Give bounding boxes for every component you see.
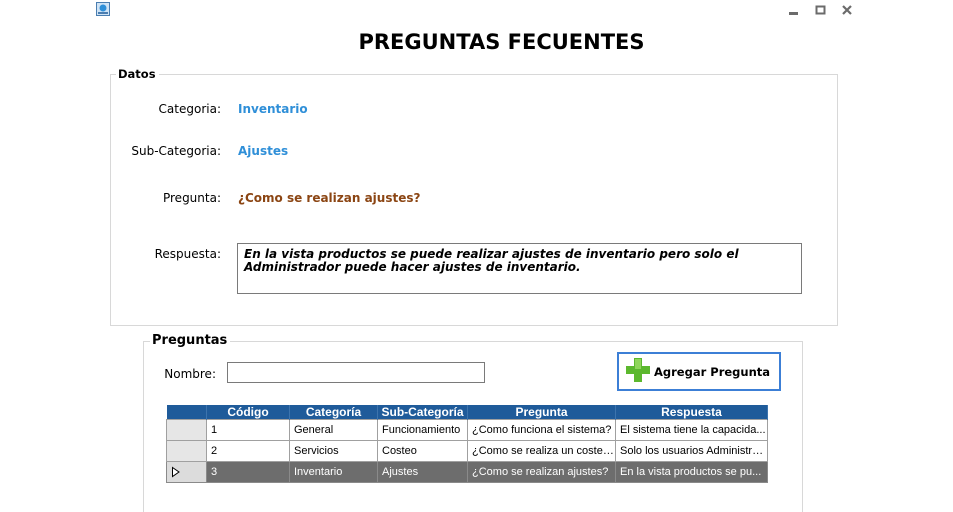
pregunta-label: Pregunta: (162, 191, 221, 205)
cell-categoria[interactable]: Inventario (289, 461, 378, 483)
preguntas-legend: Preguntas (150, 333, 231, 348)
pregunta-value: ¿Como se realizan ajustes? (238, 191, 421, 205)
categoria-label: Categoria: (158, 102, 221, 116)
categoria-value: Inventario (238, 102, 308, 116)
app-icon (96, 2, 110, 16)
column-header-codigo[interactable]: Código (206, 405, 290, 420)
page-title: PREGUNTAS FECUENTES (358, 30, 645, 54)
maximize-icon[interactable] (815, 4, 827, 18)
nombre-label: Nombre: (164, 367, 216, 381)
minimize-icon[interactable] (788, 4, 800, 18)
column-header-pregunta[interactable]: Pregunta (467, 405, 616, 420)
column-header-respuesta[interactable]: Respuesta (615, 405, 768, 420)
add-question-button[interactable]: Agregar Pregunta (617, 352, 781, 391)
cell-subcategoria[interactable]: Ajustes (377, 461, 468, 483)
column-header-subcategoria[interactable]: Sub-Categoría (377, 405, 468, 420)
cell-categoria[interactable]: General (289, 419, 378, 441)
row-header-corner (166, 405, 207, 420)
cell-pregunta[interactable]: ¿Como se realizan ajustes? (467, 461, 616, 483)
cell-pregunta[interactable]: ¿Como se realiza un costeo? (467, 440, 616, 462)
current-row-indicator-icon (168, 466, 206, 478)
column-header-categoria[interactable]: Categoría (289, 405, 378, 420)
questions-table[interactable]: Código Categoría Sub-Categoría Pregunta … (166, 405, 768, 483)
subcategoria-value: Ajustes (238, 144, 289, 158)
table-row-selected[interactable]: 3 Inventario Ajustes ¿Como se realizan a… (166, 461, 768, 483)
cell-pregunta[interactable]: ¿Como funciona el sistema? (467, 419, 616, 441)
cell-respuesta[interactable]: El sistema tiene la capacida... (615, 419, 768, 441)
cell-codigo[interactable]: 3 (206, 461, 290, 483)
add-question-label: Agregar Pregunta (654, 364, 771, 379)
table-header-row: Código Categoría Sub-Categoría Pregunta … (166, 405, 768, 420)
cell-codigo[interactable]: 2 (206, 440, 290, 462)
row-header[interactable] (166, 440, 207, 462)
row-header[interactable] (166, 419, 207, 441)
row-header[interactable] (166, 461, 207, 483)
datos-legend: Datos (116, 67, 159, 81)
cell-codigo[interactable]: 1 (206, 419, 290, 441)
table-row[interactable]: 2 Servicios Costeo ¿Como se realiza un c… (166, 440, 768, 462)
close-icon[interactable] (841, 4, 853, 18)
cell-respuesta[interactable]: En la vista productos se pu... (615, 461, 768, 483)
nombre-input[interactable] (227, 362, 485, 383)
respuesta-textbox[interactable]: En la vista productos se puede realizar … (237, 243, 802, 294)
cell-subcategoria[interactable]: Funcionamiento (377, 419, 468, 441)
cell-subcategoria[interactable]: Costeo (377, 440, 468, 462)
respuesta-label: Respuesta: (154, 247, 221, 261)
plus-icon (625, 357, 651, 386)
cell-categoria[interactable]: Servicios (289, 440, 378, 462)
cell-respuesta[interactable]: Solo los usuarios Administra... (615, 440, 768, 462)
table-row[interactable]: 1 General Funcionamiento ¿Como funciona … (166, 419, 768, 441)
subcategoria-label: Sub-Categoria: (131, 144, 221, 158)
